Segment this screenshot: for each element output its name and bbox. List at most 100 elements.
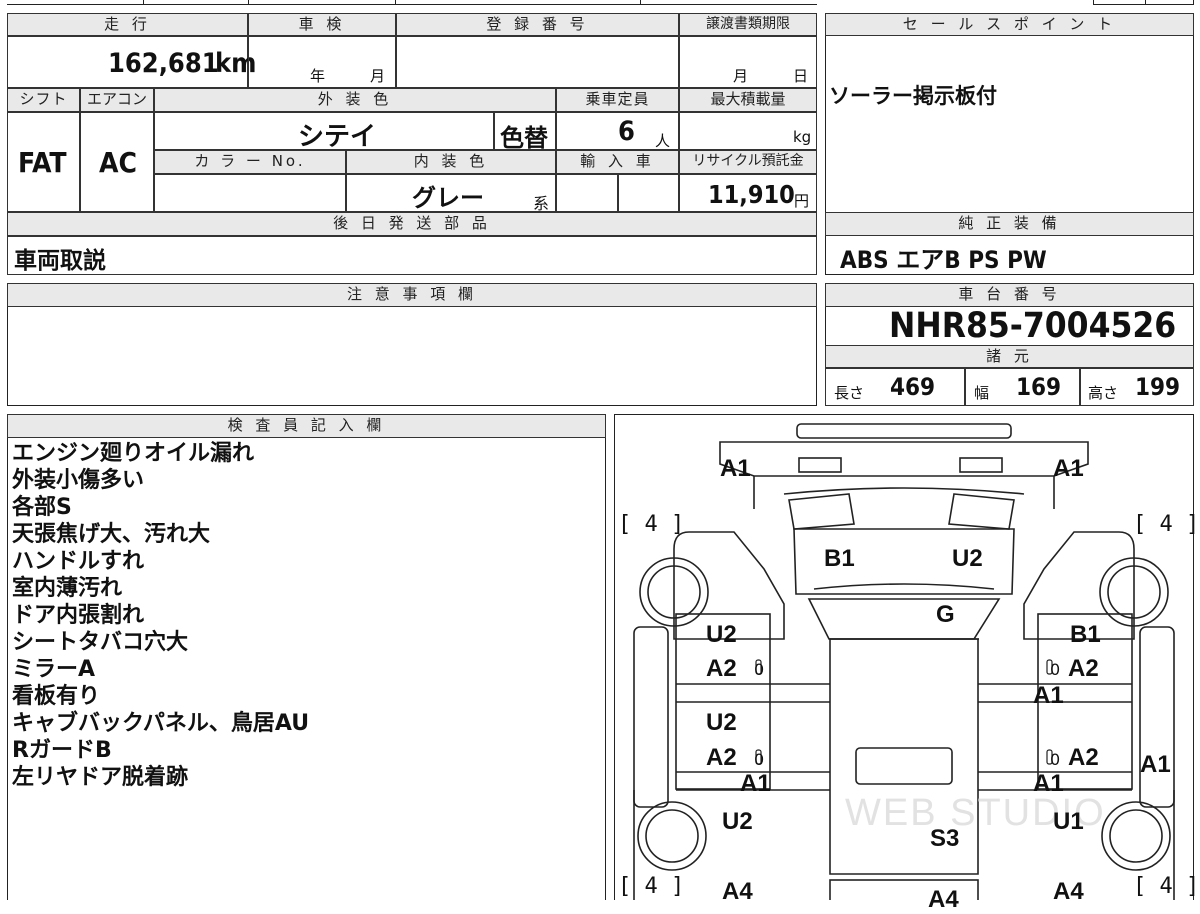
ac-value: AC	[99, 146, 137, 179]
ac-header: エアコン	[80, 88, 154, 112]
damage-left-door-top: U2	[706, 621, 737, 648]
inspector-note: 外装小傷多い	[12, 468, 145, 493]
later-parts-value: 車両取説	[14, 248, 106, 274]
shift-header: シフト	[7, 88, 80, 112]
max-load-unit: kg	[793, 128, 812, 146]
mark-left-rear-o: 0	[754, 750, 765, 769]
import-header: 輸 入 車	[556, 150, 679, 174]
interior-color-value: グレー	[412, 184, 484, 212]
damage-hood: G	[936, 601, 955, 628]
color-no-header: カ ラ ー No.	[154, 150, 346, 174]
transfer-month: 月	[733, 67, 749, 85]
damage-bottom-left: A4	[722, 878, 753, 905]
inspector-note: ドア内張割れ	[12, 603, 145, 628]
capacity-unit: 人	[655, 132, 671, 150]
chassis-value: NHR85-7004526	[889, 306, 1177, 346]
top-right-strip-divider	[1145, 0, 1146, 5]
inspector-note: シートタバコ穴大	[12, 630, 189, 655]
inspector-note: ハンドルすれ	[12, 549, 145, 574]
mark-right-door-o: 0	[1050, 660, 1061, 679]
spec-length-label: 長さ	[834, 384, 865, 402]
later-parts-header: 後 日 発 送 部 品	[7, 212, 817, 236]
spec-length-value: 469	[890, 373, 936, 401]
top-strip-divider	[248, 0, 249, 5]
import-cell-left	[556, 174, 618, 212]
sales-point-header: セ ー ル ス ポ イ ン ト	[825, 13, 1194, 36]
sales-point-value: ソーラー掲示板付	[829, 84, 997, 108]
inspector-note: RガードB	[12, 738, 112, 763]
inspector-note: 左リヤドア脱着跡	[12, 765, 189, 790]
mileage-header: 走 行	[7, 13, 248, 36]
specs-header: 諸 元	[825, 345, 1194, 368]
damage-right-door-a2: A2	[1068, 655, 1099, 682]
inspector-note: 看板有り	[12, 684, 101, 709]
damage-left-sill: A1	[740, 770, 771, 797]
shift-value: FAT	[18, 146, 67, 179]
shaken-header: 車 検	[248, 13, 396, 36]
shaken-year: 年	[310, 67, 326, 85]
damage-right-rear-a2: A2	[1068, 744, 1099, 771]
spec-width-label: 幅	[974, 384, 990, 402]
inspector-notes-list: エンジン廻りオイル漏れ 外装小傷多い 各部S 天張焦げ大、汚れ大 ハンドルすれ …	[12, 440, 602, 791]
sales-point-panel	[825, 13, 1194, 213]
damage-right-rear-panel: U1	[1053, 808, 1084, 835]
registration-header: 登 録 番 号	[396, 13, 679, 36]
damage-left-rear-top: U2	[706, 709, 737, 736]
damage-right-sill: A1	[1033, 770, 1064, 797]
top-strip-divider	[640, 0, 641, 5]
damage-windshield-left: B1	[824, 545, 855, 572]
transfer-deadline-header: 譲渡書類期限	[679, 13, 817, 36]
recycle-value: 11,910	[708, 180, 795, 209]
tire-rear-right: [ 4 ]	[1133, 874, 1200, 899]
inspector-note: 天張焦げ大、汚れ大	[12, 522, 211, 547]
damage-right-side: A1	[1140, 751, 1171, 778]
tire-rear-left: [ 4 ]	[618, 874, 685, 899]
import-cell-right	[618, 174, 679, 212]
mark-right-rear-o: 0	[1050, 750, 1061, 769]
interior-color-header: 内 装 色	[346, 150, 556, 174]
spec-width-value: 169	[1016, 373, 1062, 401]
top-cropped-strip	[7, 0, 817, 5]
mileage-value: 162,681	[108, 48, 219, 79]
damage-bottom-mid: A4	[928, 886, 959, 913]
recycle-unit: 円	[794, 192, 810, 210]
genuine-equipment-value: ABS エアB PS PW	[840, 246, 1047, 274]
caution-header: 注 意 事 項 欄	[7, 283, 817, 307]
capacity-header: 乗車定員	[556, 88, 679, 112]
mark-left-door-o: 0	[754, 660, 765, 679]
genuine-equipment-header: 純 正 装 備	[825, 212, 1194, 236]
top-strip-divider	[395, 0, 396, 5]
color-no-cell	[154, 174, 346, 212]
damage-left-door-a2: A2	[706, 655, 737, 682]
inspector-note: 室内薄汚れ	[12, 576, 123, 601]
damage-right-pillar: A1	[1033, 682, 1064, 709]
damage-right-door-top: B1	[1070, 621, 1101, 648]
damage-windshield-right: U2	[952, 545, 983, 572]
damage-left-rear-panel: U2	[722, 808, 753, 835]
tire-front-left: [ 4 ]	[618, 512, 685, 537]
damage-front-left: A1	[720, 455, 751, 482]
damage-bed: S3	[930, 825, 960, 852]
inspector-header: 検 査 員 記 入 欄	[7, 414, 606, 438]
spec-height-value: 199	[1135, 373, 1181, 401]
tire-front-right: [ 4 ]	[1133, 512, 1200, 537]
damage-bottom-right: A4	[1053, 878, 1084, 905]
inspector-note: 各部S	[12, 495, 72, 520]
exterior-color-header: 外 装 色	[154, 88, 556, 112]
recycle-header: リサイクル預託金	[679, 150, 817, 174]
interior-color-suffix: 系	[533, 194, 550, 213]
exterior-color-value: シテイ	[298, 122, 377, 152]
damage-left-rear-a2: A2	[706, 744, 737, 771]
registration-cell	[396, 36, 679, 88]
inspector-note: キャブバックパネル、鳥居AU	[12, 711, 310, 736]
later-parts-cell	[7, 236, 817, 275]
inspector-note: エンジン廻りオイル漏れ	[12, 441, 255, 466]
chassis-header: 車 台 番 号	[825, 283, 1194, 307]
inspector-note: ミラーA	[12, 657, 96, 682]
capacity-value: 6	[618, 116, 635, 147]
top-strip-divider	[143, 0, 144, 5]
spec-height-label: 高さ	[1088, 384, 1119, 402]
transfer-day: 日	[793, 67, 809, 85]
shaken-month: 月	[370, 67, 386, 85]
damage-front-right: A1	[1053, 455, 1084, 482]
